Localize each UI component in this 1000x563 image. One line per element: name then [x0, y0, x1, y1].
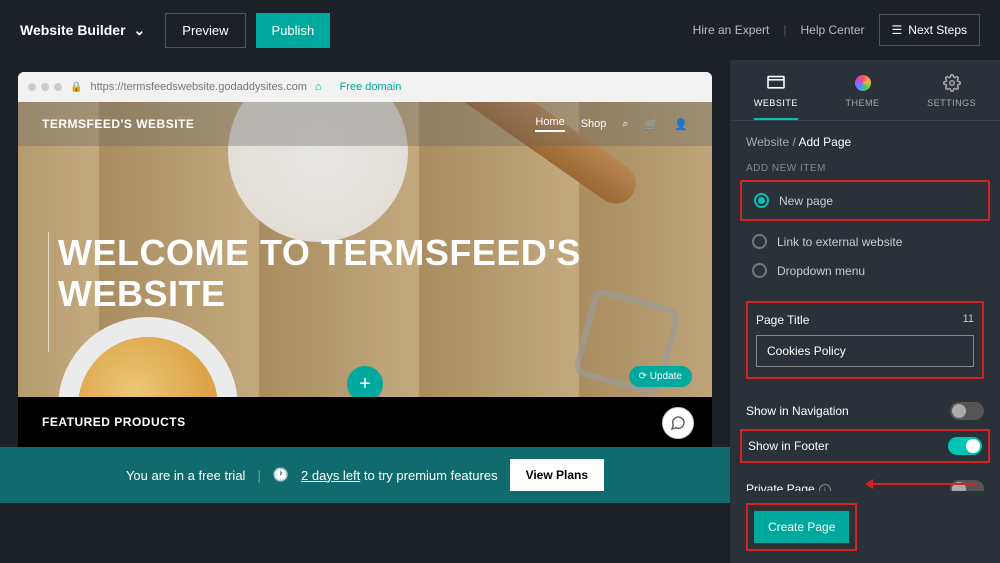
info-icon[interactable]: i: [819, 484, 831, 491]
page-title-label: Page Title: [756, 313, 809, 327]
site-preview[interactable]: TERMSFEED'S WEBSITE Home Shop ⌕ 🛒 👤 WELC…: [18, 102, 712, 447]
tab-website[interactable]: WEBSITE: [754, 74, 798, 120]
highlight-create: Create Page: [746, 503, 857, 551]
tab-settings-label: SETTINGS: [927, 98, 976, 108]
brand[interactable]: Website Builder ⌄: [20, 22, 145, 39]
toggle-footer[interactable]: [948, 437, 982, 455]
cart-icon[interactable]: 🛒: [645, 118, 659, 131]
toggle-nav-label: Show in Navigation: [746, 404, 849, 418]
next-steps-label: Next Steps: [908, 23, 967, 37]
website-icon: [766, 74, 786, 92]
top-bar: Website Builder ⌄ Preview Publish Hire a…: [0, 0, 1000, 60]
panel-footer: Create Page: [730, 491, 1000, 563]
crumb-current: Add Page: [798, 135, 851, 149]
hero-line2: WEBSITE: [58, 273, 226, 314]
site-name: TERMSFEED'S WEBSITE: [42, 117, 194, 131]
featured-bar: FEATURED PRODUCTS: [18, 397, 712, 447]
site-nav: Home Shop ⌕ 🛒 👤: [535, 116, 688, 132]
radio-icon: [752, 263, 767, 278]
url-bar: 🔒 https://termsfeedswebsite.godaddysites…: [18, 72, 712, 102]
breadcrumb: Website / Add Page: [746, 135, 984, 149]
nav-shop[interactable]: Shop: [581, 118, 607, 130]
days-left-link[interactable]: 2 days left: [301, 468, 360, 483]
divider: |: [783, 23, 786, 37]
browser-preview: 🔒 https://termsfeedswebsite.godaddysites…: [18, 72, 712, 447]
canvas-area: 🔒 https://termsfeedswebsite.godaddysites…: [0, 60, 730, 503]
user-icon[interactable]: 👤: [674, 118, 688, 131]
toggle-nav[interactable]: [950, 402, 984, 420]
featured-label: FEATURED PRODUCTS: [42, 415, 186, 429]
tab-settings[interactable]: SETTINGS: [927, 74, 976, 120]
radio-link-label: Link to external website: [777, 235, 902, 249]
page-title-field: Page Title 11: [756, 313, 974, 367]
tab-website-label: WEBSITE: [754, 98, 798, 108]
hero-text: WELCOME TO TERMSFEED'SWEBSITE: [58, 232, 581, 315]
toggle-private-label: Private Pagei: [746, 482, 831, 491]
theme-icon: [853, 74, 873, 92]
update-button[interactable]: ⟳ Update: [629, 366, 692, 387]
panel: Website / Add Page ADD NEW ITEM New page…: [730, 121, 1000, 491]
page-title-input[interactable]: [756, 335, 974, 367]
radio-new-label: New page: [779, 194, 833, 208]
tab-theme[interactable]: THEME: [846, 74, 880, 120]
search-icon[interactable]: ⌕: [622, 118, 628, 131]
gear-icon: [942, 74, 962, 92]
trial-msg: You are in a free trial: [126, 468, 245, 483]
radio-new-page[interactable]: New page: [748, 186, 982, 215]
publish-button[interactable]: Publish: [256, 13, 331, 48]
lock-icon: 🔒: [70, 82, 82, 93]
radio-icon: [754, 193, 769, 208]
help-center-link[interactable]: Help Center: [801, 23, 865, 37]
annotation-arrow: [868, 483, 978, 485]
sidebar: WEBSITE THEME SETTINGS Website / Add Pag…: [730, 60, 1000, 563]
highlight-footer-toggle: Show in Footer: [740, 429, 990, 463]
toggle-footer-label: Show in Footer: [748, 439, 829, 453]
chevron-down-icon: ⌄: [134, 22, 146, 39]
nav-home[interactable]: Home: [535, 116, 564, 132]
highlight-page-title: Page Title 11: [746, 301, 984, 379]
char-count: 11: [963, 313, 974, 327]
add-new-label: ADD NEW ITEM: [746, 163, 984, 174]
crumb-root[interactable]: Website: [746, 135, 789, 149]
window-dots: [28, 83, 62, 91]
clock-icon: 🕐: [273, 467, 289, 483]
tag-icon: ⌂: [315, 81, 322, 93]
radio-group: New page Link to external website Dropdo…: [746, 180, 984, 285]
next-steps-button[interactable]: ☰ Next Steps: [879, 14, 980, 46]
url-text: https://termsfeedswebsite.godaddysites.c…: [90, 81, 306, 93]
radio-dropdown-label: Dropdown menu: [777, 264, 865, 278]
radio-dropdown[interactable]: Dropdown menu: [746, 256, 984, 285]
highlight-new-page: New page: [740, 180, 990, 221]
tab-theme-label: THEME: [846, 98, 880, 108]
radio-external-link[interactable]: Link to external website: [746, 227, 984, 256]
create-page-button[interactable]: Create Page: [754, 511, 849, 543]
free-domain-link[interactable]: Free domain: [340, 81, 402, 93]
site-header: TERMSFEED'S WEBSITE Home Shop ⌕ 🛒 👤: [18, 102, 712, 146]
trial-bar: You are in a free trial | 🕐 2 days left …: [0, 447, 730, 503]
chat-icon[interactable]: [662, 407, 694, 439]
preview-button[interactable]: Preview: [165, 13, 245, 48]
view-plans-button[interactable]: View Plans: [510, 459, 604, 491]
brand-label: Website Builder: [20, 22, 126, 38]
sidebar-tabs: WEBSITE THEME SETTINGS: [730, 60, 1000, 121]
hire-expert-link[interactable]: Hire an Expert: [693, 23, 770, 37]
trial-rest: to try premium features: [364, 468, 498, 483]
toggle-nav-row: Show in Navigation: [746, 393, 984, 429]
toggle-private[interactable]: [950, 480, 984, 491]
radio-icon: [752, 234, 767, 249]
top-links: Hire an Expert | Help Center ☰ Next Step…: [693, 14, 980, 46]
hero-line1: WELCOME TO TERMSFEED'S: [58, 232, 581, 273]
checklist-icon: ☰: [892, 23, 903, 37]
